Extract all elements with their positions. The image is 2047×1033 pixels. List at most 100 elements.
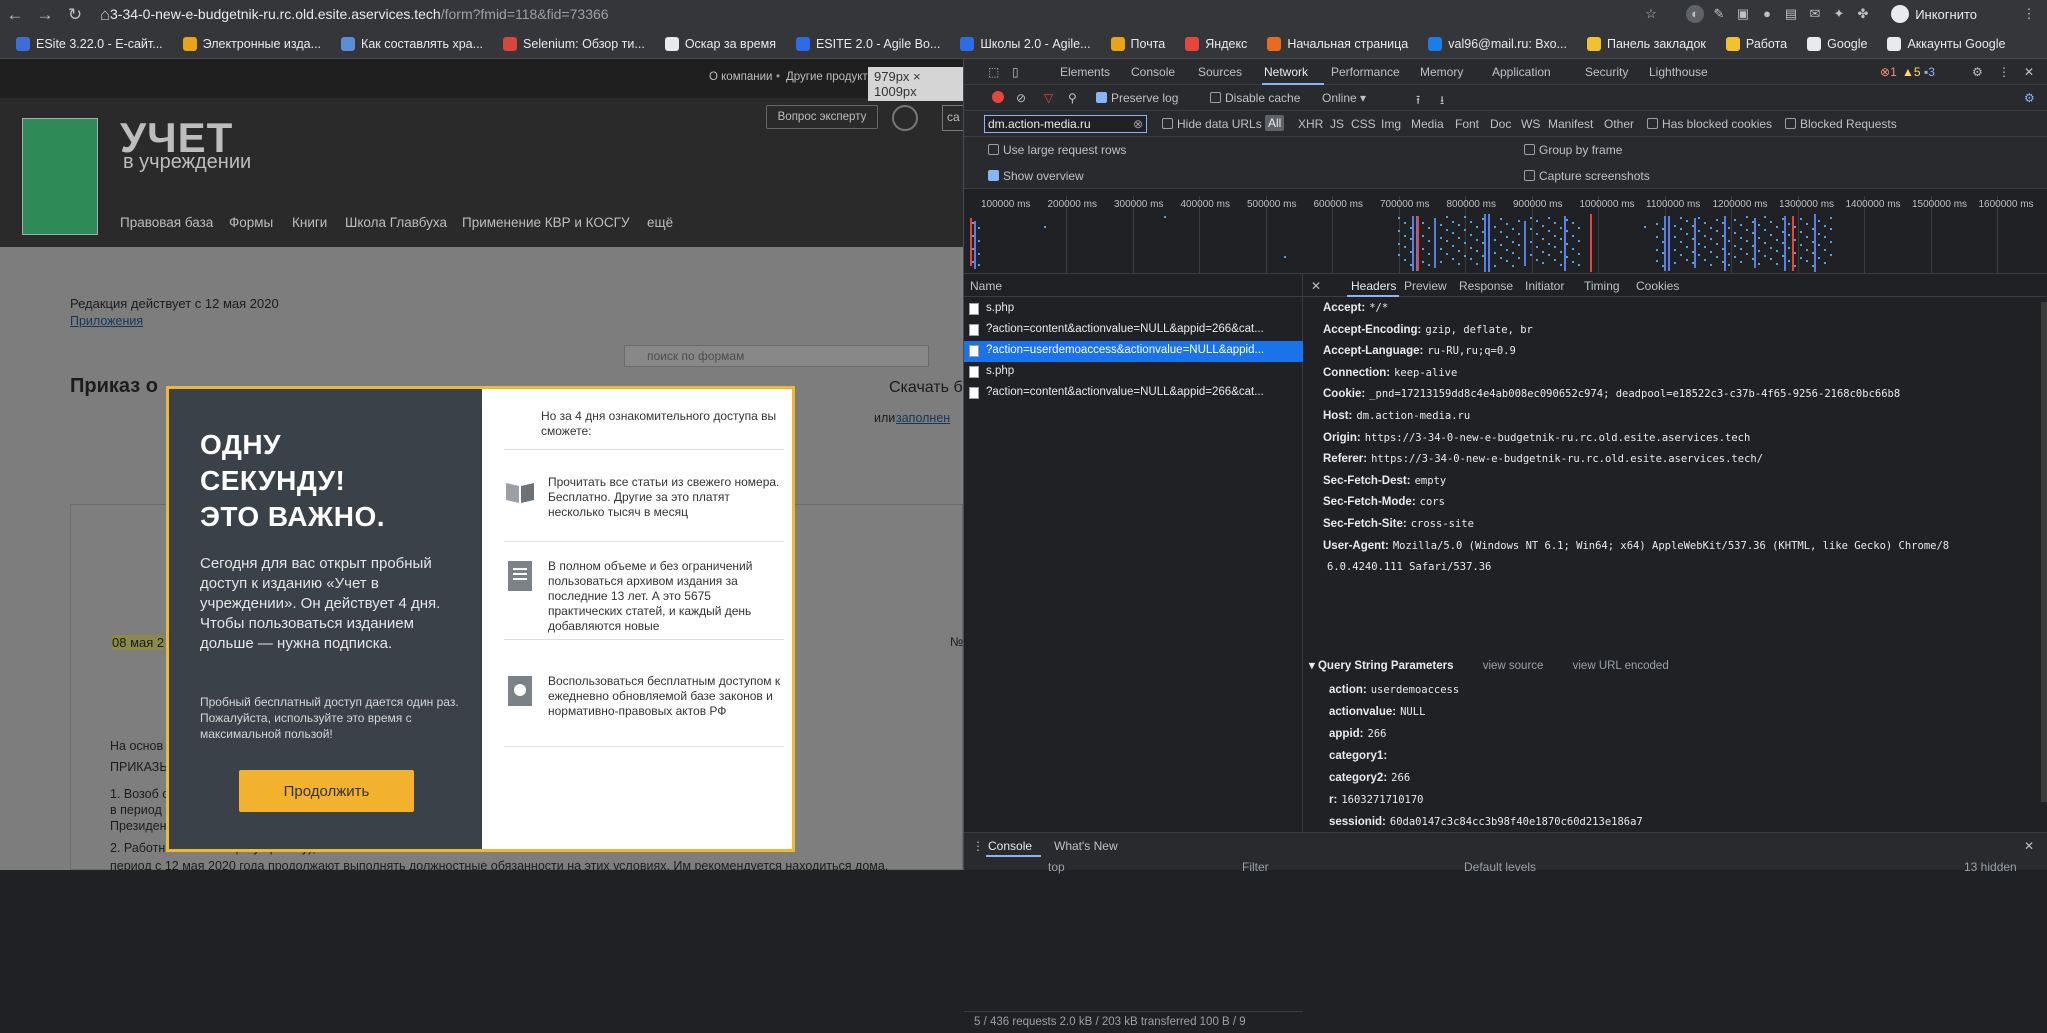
error-count[interactable]: ⊗1 xyxy=(1880,65,1897,79)
close-icon[interactable]: ✕ xyxy=(2024,65,2034,79)
drawer-tab-whats-new[interactable]: What's New xyxy=(1054,839,1118,853)
tab-lighthouse[interactable]: Lighthouse xyxy=(1649,65,1708,79)
request-row[interactable]: s.php xyxy=(964,362,1303,383)
extension-icon[interactable]: ◐ xyxy=(1686,5,1704,23)
bookmark-item[interactable]: ESITE 2.0 - Agile Bo... xyxy=(786,36,950,51)
download-link[interactable]: Скачать б xyxy=(889,379,963,397)
bookmark-item[interactable]: Начальная страница xyxy=(1257,36,1418,51)
back-icon[interactable]: ← xyxy=(0,0,30,29)
continue-button[interactable]: Продолжить xyxy=(239,770,414,812)
network-settings-gear-icon[interactable]: ⚙ xyxy=(2024,91,2035,105)
type-js[interactable]: JS xyxy=(1330,117,1344,131)
large-rows-checkbox[interactable]: Use large request rows xyxy=(988,143,1126,157)
form-search-input[interactable]: поиск по формам xyxy=(624,345,929,367)
device-toggle-icon[interactable]: ▯ xyxy=(1012,65,1019,79)
tab-elements[interactable]: Elements xyxy=(1060,65,1110,79)
close-drawer-icon[interactable]: ✕ xyxy=(2024,839,2034,853)
bookmark-item[interactable]: Панель закладок xyxy=(1577,36,1716,51)
tab-console[interactable]: Console xyxy=(1131,65,1175,79)
has-blocked-cookies-checkbox[interactable]: Has blocked cookies xyxy=(1647,117,1772,131)
blocked-requests-checkbox[interactable]: Blocked Requests xyxy=(1785,117,1897,131)
tab-response[interactable]: Response xyxy=(1459,279,1513,293)
tab-timing[interactable]: Timing xyxy=(1584,279,1620,293)
type-all[interactable]: All xyxy=(1265,115,1285,131)
record-icon[interactable] xyxy=(992,91,1004,103)
request-row[interactable]: ?action=content&actionvalue=NULL&appid=2… xyxy=(964,320,1303,341)
nav-school[interactable]: Школа Главбуха xyxy=(345,215,447,230)
incognito-indicator[interactable]: Инкогнито xyxy=(1891,5,1977,23)
extension-icon[interactable]: ▤ xyxy=(1782,5,1800,23)
bookmark-star-icon[interactable]: ☆ xyxy=(1642,5,1660,23)
nav-more[interactable]: ещё xyxy=(647,215,673,230)
type-doc[interactable]: Doc xyxy=(1490,117,1511,131)
console-filter-input[interactable]: Filter xyxy=(1242,860,1269,874)
query-string-section[interactable]: ▾ Query String Parameters view source vi… xyxy=(1309,658,1669,672)
detail-scrollbar[interactable] xyxy=(2041,302,2047,802)
type-ws[interactable]: WS xyxy=(1521,117,1540,131)
show-overview-checkbox[interactable]: Show overview xyxy=(988,169,1084,183)
type-img[interactable]: Img xyxy=(1381,117,1401,131)
view-url-encoded-link[interactable]: view URL encoded xyxy=(1573,660,1669,672)
reload-icon[interactable]: ↻ xyxy=(60,0,90,29)
tab-application[interactable]: Application xyxy=(1492,65,1551,79)
kebab-menu-icon[interactable]: ⋮ xyxy=(972,839,984,853)
menu-icon[interactable]: ⋮ xyxy=(2020,5,2038,23)
hide-data-urls-checkbox[interactable]: Hide data URLs xyxy=(1162,117,1262,131)
tab-preview[interactable]: Preview xyxy=(1404,279,1447,293)
attachments-link[interactable]: Приложения xyxy=(70,314,143,328)
nav-kvr[interactable]: Применение КВР и КОСГУ xyxy=(462,215,630,230)
network-overview-timeline[interactable]: 100000 ms 200000 ms 300000 ms 400000 ms 5000… xyxy=(964,196,2047,274)
bookmark-item[interactable]: Selenium: Обзор ти... xyxy=(493,36,655,51)
lifebuoy-icon[interactable] xyxy=(892,105,918,131)
extension-icon[interactable]: ✦ xyxy=(1830,5,1848,23)
type-css[interactable]: CSS xyxy=(1351,117,1376,131)
group-by-frame-checkbox[interactable]: Group by frame xyxy=(1524,143,1622,157)
import-icon[interactable]: ⭱ xyxy=(1416,91,1420,112)
puzzle-icon[interactable]: ✤ xyxy=(1854,5,1872,23)
filter-input[interactable]: dm.action-media.ru ⊗ xyxy=(984,115,1147,133)
tab-headers[interactable]: Headers xyxy=(1351,279,1396,293)
search-icon[interactable]: ⚲ xyxy=(1068,91,1077,105)
gear-icon[interactable]: ⚙ xyxy=(1972,65,1983,79)
log-level-select[interactable]: Default levels xyxy=(1464,860,1536,874)
extension-icon[interactable]: ✉ xyxy=(1806,5,1824,23)
bookmark-item[interactable]: val96@mail.ru: Вхо... xyxy=(1418,36,1577,51)
nav-books[interactable]: Книги xyxy=(292,215,327,230)
tab-cookies[interactable]: Cookies xyxy=(1636,279,1679,293)
inspect-icon[interactable]: ⬚ xyxy=(988,65,999,79)
tab-network[interactable]: Network xyxy=(1264,65,1308,79)
clear-filter-icon[interactable]: ⊗ xyxy=(1133,116,1143,132)
bookmark-item[interactable]: Почта xyxy=(1101,36,1176,51)
filter-icon[interactable]: ▽ xyxy=(1044,91,1053,105)
magazine-cover-image[interactable] xyxy=(22,118,98,235)
clear-icon[interactable]: ⊘ xyxy=(1016,91,1026,105)
type-xhr[interactable]: XHR xyxy=(1298,117,1323,131)
throttle-select[interactable]: Online ▾ xyxy=(1322,91,1366,105)
nav-legal-base[interactable]: Правовая база xyxy=(120,215,213,230)
bookmark-item[interactable]: Google xyxy=(1797,36,1877,51)
context-select[interactable]: top xyxy=(1048,860,1065,874)
bookmark-item[interactable]: Электронные изда... xyxy=(173,36,331,51)
bookmark-item[interactable]: Работа xyxy=(1716,36,1797,51)
forward-icon[interactable]: → xyxy=(30,0,60,29)
type-manifest[interactable]: Manifest xyxy=(1548,117,1593,131)
type-other[interactable]: Other xyxy=(1604,117,1634,131)
bookmark-item[interactable]: Школы 2.0 - Agile... xyxy=(950,36,1100,51)
warning-count[interactable]: ▲5 xyxy=(1902,65,1921,79)
bookmark-item[interactable]: Оскар за время xyxy=(655,36,786,51)
type-media[interactable]: Media xyxy=(1411,117,1444,131)
kebab-menu-icon[interactable]: ⋮ xyxy=(1998,65,2010,79)
tab-performance[interactable]: Performance xyxy=(1331,65,1400,79)
capture-screenshots-checkbox[interactable]: Capture screenshots xyxy=(1524,169,1650,183)
nav-other-products[interactable]: Другие продукт xyxy=(786,71,868,83)
bookmark-item[interactable]: ESite 3.22.0 - E-сайт... xyxy=(6,36,173,51)
name-column-header[interactable]: Name xyxy=(964,274,1303,297)
nav-forms[interactable]: Формы xyxy=(229,215,273,230)
request-row[interactable]: ?action=content&actionvalue=NULL&appid=2… xyxy=(964,383,1303,404)
extension-icon[interactable]: ● xyxy=(1758,5,1776,23)
disable-cache-checkbox[interactable]: Disable cache xyxy=(1210,91,1300,105)
request-row[interactable]: ?action=userdemoaccess&actionvalue=NULL&… xyxy=(964,341,1303,362)
tab-initiator[interactable]: Initiator xyxy=(1525,279,1564,293)
filled-link[interactable]: заполнен xyxy=(896,411,950,425)
url-field[interactable]: 3-34-0-new-e-budgetnik-ru.rc.old.esite.a… xyxy=(110,0,609,29)
